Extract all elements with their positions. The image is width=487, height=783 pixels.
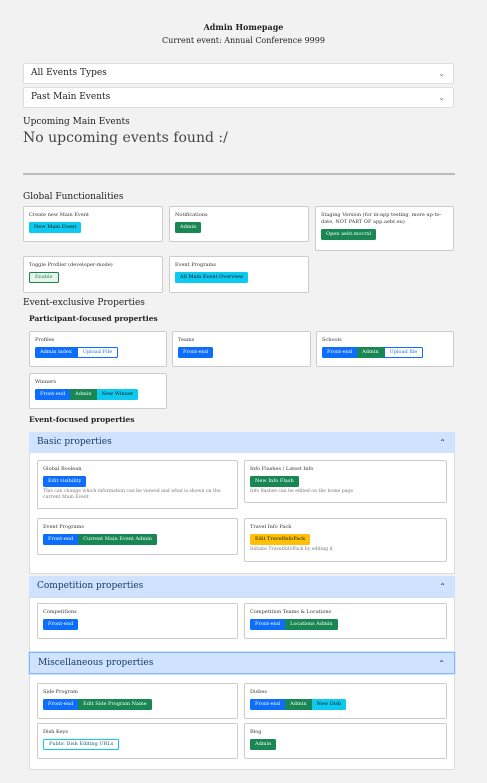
global-heading: Global Functionalities: [23, 192, 124, 202]
notifications-admin-button[interactable]: Admin: [175, 222, 202, 233]
chevron-down-icon: ⌄: [438, 93, 445, 102]
card-label: Global Boolean: [43, 466, 82, 472]
accordion-title: Basic properties: [37, 437, 112, 447]
card-dishes: Dishes Front-end Admin New Dish: [244, 683, 447, 719]
chevron-up-icon: ⌃: [439, 438, 446, 447]
divider: [23, 173, 455, 175]
card-description: This can change which information can be…: [43, 489, 221, 500]
winners-admin-button[interactable]: Admin: [70, 389, 97, 400]
upcoming-heading: Upcoming Main Events: [23, 117, 130, 127]
card-label: Side Program: [43, 689, 78, 695]
accordion-competition-properties[interactable]: Competition properties ⌃: [29, 576, 455, 597]
current-event-text: Current event: Annual Conference 9999: [162, 36, 325, 45]
page-title: Admin Homepage: [203, 22, 284, 32]
chevron-up-icon: ⌃: [438, 659, 445, 668]
card-schools: Schools Front-end Admin Upload file: [316, 331, 454, 367]
card-label: Staging Version (for in-app testing, mor…: [321, 212, 442, 225]
card-global-boolean: Global Boolean Edit visibility This can …: [37, 460, 238, 509]
card-label: Competitions: [43, 609, 77, 615]
new-winner-button[interactable]: New Winner: [96, 389, 139, 400]
card-create-main-event: Create new Main Event New Main Event: [23, 206, 163, 242]
card-info-flashes: Info Flashes / Latest Info New Info Flas…: [244, 460, 447, 503]
public-dish-editing-urls-button[interactable]: Public Dish Editing URLs: [43, 739, 120, 750]
dishes-front-end-button[interactable]: Front-end: [250, 699, 286, 710]
new-dish-button[interactable]: New Dish: [311, 699, 347, 710]
card-description: Info flashes can be edited on the home p…: [250, 489, 354, 494]
card-label: Event Programs: [175, 262, 216, 268]
event-type-value: All Events Types: [31, 68, 107, 78]
chevron-up-icon: ⌃: [439, 582, 446, 591]
card-travel-info-pack: Travel Info Pack Edit TravelInfoPack Ini…: [244, 518, 447, 562]
no-upcoming-text: No upcoming events found :/: [23, 130, 228, 146]
new-main-event-button[interactable]: New Main Event: [29, 222, 82, 233]
teams-front-end-button[interactable]: Front-end: [178, 347, 214, 358]
card-label: Notifications: [175, 212, 208, 218]
card-label: Travel Info Pack: [250, 524, 292, 530]
card-dish-keys: Dish Keys Public Dish Editing URLs: [37, 723, 238, 759]
page-header: Admin Homepage Current event: Annual Con…: [0, 0, 487, 48]
edit-side-program-name-button[interactable]: Edit Side Program Name: [78, 699, 152, 710]
profiles-upload-file-button[interactable]: Upload File: [76, 347, 119, 358]
card-label: Dishes: [250, 689, 267, 695]
card-profiles: Profiles Admin index Upload File: [29, 331, 167, 367]
event-programs-front-end-button[interactable]: Front-end: [43, 534, 79, 545]
schools-front-end-button[interactable]: Front-end: [322, 347, 358, 358]
blog-admin-button[interactable]: Admin: [250, 739, 277, 750]
new-info-flash-button[interactable]: New Info Flash: [250, 476, 299, 487]
card-label: Winners: [35, 379, 57, 385]
card-competitions: Competitions Front-end: [37, 603, 238, 639]
card-event-programs: Event Programs Front-end Current Main Ev…: [37, 518, 238, 555]
card-toggle-profiler: Toggle Profiler (developer-mode) Enable: [23, 256, 163, 293]
card-label: Create new Main Event: [29, 212, 89, 218]
dishes-admin-button[interactable]: Admin: [285, 699, 312, 710]
card-label: Event Programs: [43, 524, 84, 530]
edit-travel-info-pack-button[interactable]: Edit TravelInfoPack: [250, 534, 311, 545]
card-event-programs-global: Event Programs All Main Event Overview: [169, 256, 309, 293]
card-label: Competition Teams & Locations: [250, 609, 332, 615]
card-notifications: Notifications Admin: [169, 206, 309, 242]
card-label: Toggle Profiler (developer-mode): [29, 262, 113, 268]
card-side-program: Side Program Front-end Edit Side Program…: [37, 683, 238, 719]
profiles-admin-index-button[interactable]: Admin index: [35, 347, 77, 358]
competition-teams-front-end-button[interactable]: Front-end: [250, 619, 286, 630]
past-events-select[interactable]: Past Main Events ⌄: [23, 87, 454, 108]
card-teams: Teams Front-end: [172, 331, 311, 367]
card-label: Info Flashes / Latest Info: [250, 466, 314, 472]
competitions-front-end-button[interactable]: Front-end: [43, 619, 79, 630]
card-blog: Blog Admin: [244, 723, 447, 759]
side-program-front-end-button[interactable]: Front-end: [43, 699, 79, 710]
card-label: Profiles: [35, 337, 55, 343]
card-staging: Staging Version (for in-app testing, mor…: [315, 206, 454, 251]
schools-upload-file-button[interactable]: Upload file: [383, 347, 424, 358]
card-label: Teams: [178, 337, 195, 343]
card-competition-teams: Competition Teams & Locations Front-end …: [244, 603, 447, 639]
locations-admin-button[interactable]: Locations Admin: [285, 619, 338, 630]
current-main-event-admin-button[interactable]: Current Main Event Admin: [78, 534, 157, 545]
card-label: Blog: [250, 729, 262, 735]
winners-front-end-button[interactable]: Front-end: [35, 389, 71, 400]
card-label: Dish Keys: [43, 729, 68, 735]
event-type-select[interactable]: All Events Types ⌄: [23, 63, 454, 84]
accordion-basic-properties[interactable]: Basic properties ⌃: [29, 432, 455, 453]
event-focused-heading: Event-focused properties: [29, 415, 135, 424]
past-events-value: Past Main Events: [31, 92, 111, 102]
enable-profiler-button[interactable]: Enable: [29, 272, 59, 283]
schools-admin-button[interactable]: Admin: [357, 347, 384, 358]
edit-visibility-button[interactable]: Edit visibility: [43, 476, 87, 487]
card-winners: Winners Front-end Admin New Winner: [29, 373, 167, 409]
card-label: Schools: [322, 337, 342, 343]
all-main-event-overview-button[interactable]: All Main Event Overview: [175, 272, 249, 283]
accordion-title: Miscellaneous properties: [38, 658, 154, 668]
accordion-misc-properties[interactable]: Miscellaneous properties ⌃: [29, 652, 455, 674]
chevron-down-icon: ⌄: [438, 69, 445, 78]
event-exclusive-heading: Event-exclusive Properties: [23, 298, 145, 308]
open-staging-button[interactable]: Open aebt.mocrxl: [321, 229, 377, 240]
accordion-title: Competition properties: [37, 581, 144, 591]
card-description: Initiate TravelInfoPack by editing it: [250, 547, 333, 552]
participant-heading: Participant-focused properties: [29, 314, 158, 323]
